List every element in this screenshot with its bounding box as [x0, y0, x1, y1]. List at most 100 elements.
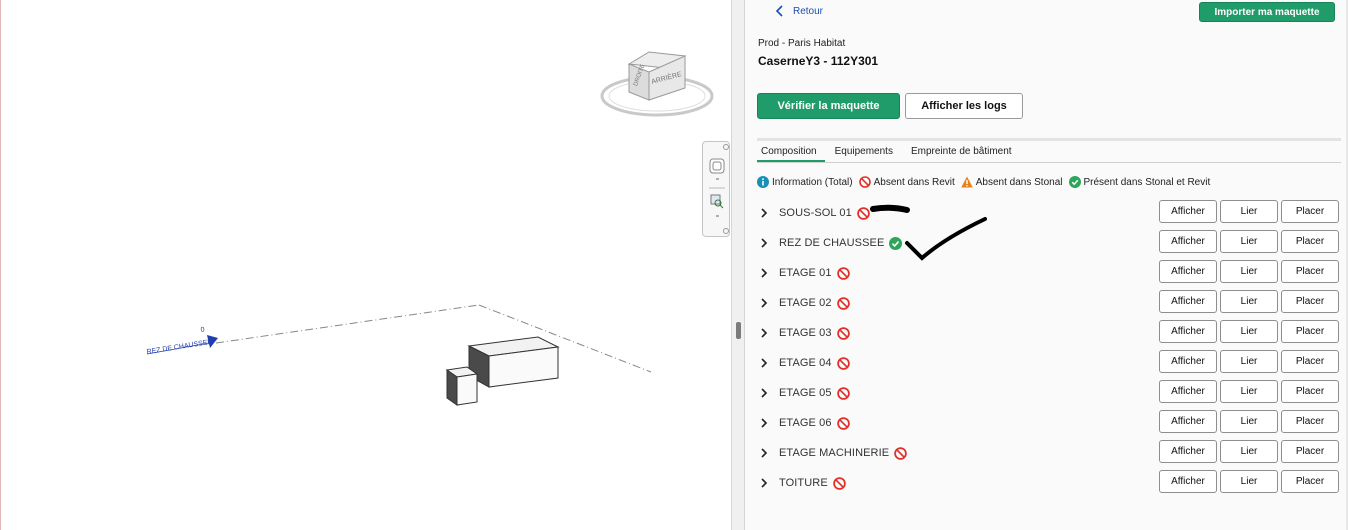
- status-legend: Information (Total) Absent dans Revit Ab…: [757, 176, 1213, 188]
- show-button[interactable]: Afficher: [1159, 230, 1217, 253]
- building-volume-large[interactable]: [467, 336, 560, 388]
- show-button[interactable]: Afficher: [1159, 200, 1217, 223]
- legend-absent-stonal-label: Absent dans Stonal: [975, 176, 1063, 188]
- zoom-icon[interactable]: [710, 194, 724, 209]
- import-model-button[interactable]: Importer ma maquette: [1199, 2, 1335, 22]
- absent-revit-icon: [836, 266, 850, 280]
- level-name[interactable]: ETAGE 01: [779, 267, 832, 279]
- level-name[interactable]: ETAGE 05: [779, 387, 832, 399]
- level-actions: Afficher Lier Placer: [1159, 350, 1339, 373]
- absent-revit-icon: [836, 356, 850, 370]
- project-title: CaserneY3 - 112Y301: [758, 54, 879, 68]
- panel-splitter[interactable]: [731, 0, 745, 530]
- legend-absent-stonal: Absent dans Stonal: [960, 176, 1063, 188]
- place-button[interactable]: Placer: [1281, 200, 1339, 223]
- show-button[interactable]: Afficher: [1159, 470, 1217, 493]
- chevron-left-icon: [775, 5, 783, 17]
- level-row: ETAGE MACHINERIE Afficher Lier Placer: [759, 438, 1339, 468]
- splitter-grip[interactable]: [736, 322, 741, 339]
- model-canvas: 0 REZ DE CHAUSSEE DROITE ARRIÈRE: [146, 51, 714, 406]
- section-divider: [757, 138, 1341, 141]
- level-name[interactable]: REZ DE CHAUSSEE: [779, 237, 884, 249]
- place-button[interactable]: Placer: [1281, 380, 1339, 403]
- present-both-icon: [1068, 176, 1081, 188]
- chevron-right-icon[interactable]: [759, 328, 769, 338]
- chevron-right-icon[interactable]: [759, 298, 769, 308]
- link-button[interactable]: Lier: [1220, 260, 1278, 283]
- place-button[interactable]: Placer: [1281, 410, 1339, 433]
- level-list: SOUS-SOL 01 Afficher Lier Placer REZ DE …: [759, 198, 1339, 498]
- absent-revit-icon: [858, 176, 871, 188]
- chevron-right-icon[interactable]: [759, 478, 769, 488]
- link-button[interactable]: Lier: [1220, 350, 1278, 373]
- place-button[interactable]: Placer: [1281, 440, 1339, 463]
- link-button[interactable]: Lier: [1220, 200, 1278, 223]
- level-row: ETAGE 05 Afficher Lier Placer: [759, 378, 1339, 408]
- level-name[interactable]: SOUS-SOL 01: [779, 207, 852, 219]
- chevron-right-icon[interactable]: [759, 208, 769, 218]
- chevron-right-icon[interactable]: [759, 268, 769, 278]
- level-row: SOUS-SOL 01 Afficher Lier Placer: [759, 198, 1339, 228]
- tab-composition[interactable]: Composition: [757, 143, 825, 162]
- level-row: ETAGE 03 Afficher Lier Placer: [759, 318, 1339, 348]
- absent-revit-icon: [836, 416, 850, 430]
- show-logs-button[interactable]: Afficher les logs: [905, 93, 1023, 119]
- back-link[interactable]: Retour: [775, 5, 823, 17]
- level-elevation: 0: [200, 326, 205, 334]
- present-both-icon: [889, 236, 903, 250]
- chevron-right-icon[interactable]: [759, 358, 769, 368]
- info-icon: [757, 176, 769, 188]
- link-button[interactable]: Lier: [1220, 470, 1278, 493]
- level-actions: Afficher Lier Placer: [1159, 290, 1339, 313]
- legend-absent-revit-label: Absent dans Revit: [873, 176, 955, 188]
- link-button[interactable]: Lier: [1220, 410, 1278, 433]
- place-button[interactable]: Placer: [1281, 350, 1339, 373]
- link-button[interactable]: Lier: [1220, 320, 1278, 343]
- chevron-right-icon[interactable]: [759, 418, 769, 428]
- level-actions: Afficher Lier Placer: [1159, 230, 1339, 253]
- level-name[interactable]: ETAGE 06: [779, 417, 832, 429]
- chevron-right-icon[interactable]: [759, 448, 769, 458]
- absent-revit-icon: [857, 206, 870, 220]
- level-row: ETAGE 06 Afficher Lier Placer: [759, 408, 1339, 438]
- level-label[interactable]: REZ DE CHAUSSEE: [146, 339, 213, 356]
- chevron-right-icon[interactable]: [759, 388, 769, 398]
- tab-equipements[interactable]: Equipements: [831, 143, 901, 162]
- show-button[interactable]: Afficher: [1159, 380, 1217, 403]
- level-name[interactable]: ETAGE 04: [779, 357, 832, 369]
- level-name[interactable]: ETAGE 02: [779, 297, 832, 309]
- show-button[interactable]: Afficher: [1159, 260, 1217, 283]
- level-name[interactable]: ETAGE 03: [779, 327, 832, 339]
- place-button[interactable]: Placer: [1281, 260, 1339, 283]
- level-actions: Afficher Lier Placer: [1159, 260, 1339, 283]
- show-button[interactable]: Afficher: [1159, 440, 1217, 463]
- link-button[interactable]: Lier: [1220, 230, 1278, 253]
- show-button[interactable]: Afficher: [1159, 290, 1217, 313]
- link-button[interactable]: Lier: [1220, 380, 1278, 403]
- place-button[interactable]: Placer: [1281, 320, 1339, 343]
- steering-wheel-icon[interactable]: [709, 158, 725, 174]
- verify-model-button[interactable]: Vérifier la maquette: [757, 93, 900, 119]
- level-row: TOITURE Afficher Lier Placer: [759, 468, 1339, 498]
- show-button[interactable]: Afficher: [1159, 350, 1217, 373]
- level-row: REZ DE CHAUSSEE Afficher Lier Placer: [759, 228, 1339, 258]
- link-button[interactable]: Lier: [1220, 440, 1278, 463]
- place-button[interactable]: Placer: [1281, 470, 1339, 493]
- absent-revit-icon: [894, 446, 907, 460]
- show-button[interactable]: Afficher: [1159, 320, 1217, 343]
- navigation-bar: [702, 141, 730, 237]
- level-actions: Afficher Lier Placer: [1159, 470, 1339, 493]
- tab-empreinte[interactable]: Empreinte de bâtiment: [907, 143, 1020, 162]
- level-actions: Afficher Lier Placer: [1159, 200, 1339, 223]
- level-line: [215, 304, 480, 344]
- link-button[interactable]: Lier: [1220, 290, 1278, 313]
- building-volume-small[interactable]: [445, 366, 479, 406]
- level-name[interactable]: ETAGE MACHINERIE: [779, 447, 889, 459]
- place-button[interactable]: Placer: [1281, 230, 1339, 253]
- show-button[interactable]: Afficher: [1159, 410, 1217, 433]
- chevron-right-icon[interactable]: [759, 238, 769, 248]
- model-viewport[interactable]: 0 REZ DE CHAUSSEE DROITE ARRIÈRE: [0, 0, 731, 530]
- level-name[interactable]: TOITURE: [779, 477, 828, 489]
- place-button[interactable]: Placer: [1281, 290, 1339, 313]
- viewcube[interactable]: DROITE ARRIÈRE: [600, 51, 714, 117]
